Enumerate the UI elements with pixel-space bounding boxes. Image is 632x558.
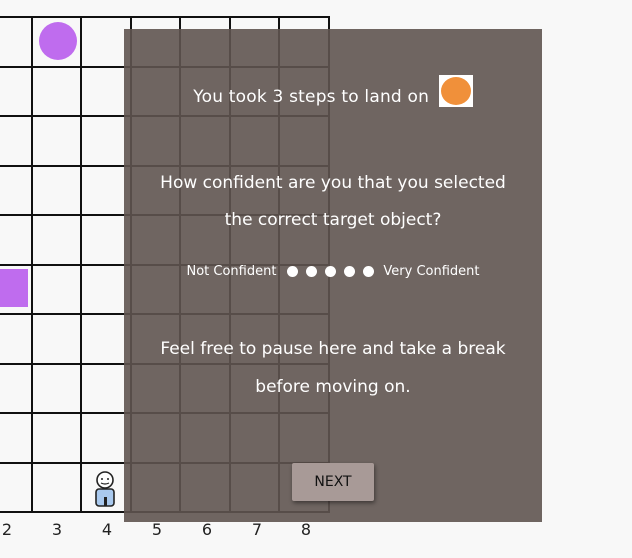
grid-cell[interactable] [0,414,33,464]
axis-label: 3 [51,520,63,539]
grid-cell[interactable] [32,414,82,464]
note-line: before moving on. [255,377,411,397]
confidence-question: How confident are you that you selected … [124,165,542,239]
question-line: the correct target object? [224,210,442,230]
purple-circle-object[interactable] [38,22,77,60]
player-avatar-icon [95,470,115,507]
grid-cell[interactable] [0,166,33,216]
confidence-modal: You took 3 steps to land on How confiden… [124,29,542,522]
grid-cell[interactable] [0,117,33,167]
grid-cell[interactable] [0,18,33,68]
grid-cell[interactable] [32,216,82,266]
question-line: How confident are you that you selected [160,173,506,193]
scale-right-label: Very Confident [383,264,480,279]
orange-circle-icon [438,75,473,107]
column-axis: 2 3 4 5 6 7 8 [0,520,340,544]
axis-label: 4 [101,520,113,539]
next-button[interactable]: NEXT [292,463,374,501]
purple-square-object[interactable] [0,268,28,307]
confidence-radio-3[interactable] [325,266,337,277]
grid-cell[interactable] [32,166,82,216]
grid-cell[interactable] [32,315,82,365]
break-note: Feel free to pause here and take a break… [124,330,542,406]
confidence-radio-4[interactable] [344,266,356,277]
confidence-radio-1[interactable] [287,266,299,277]
confidence-radio-2[interactable] [306,266,318,277]
axis-label: 5 [151,520,163,539]
axis-label: 7 [251,520,263,539]
scale-left-label: Not Confident [186,264,277,279]
grid-cell[interactable] [32,463,82,513]
grid-cell[interactable] [32,67,82,117]
grid-cell[interactable] [0,463,33,513]
grid-cell[interactable] [32,18,82,68]
grid-cell[interactable] [0,67,33,117]
note-line: Feel free to pause here and take a break [160,339,506,359]
steps-text: You took 3 steps to land on [193,87,430,107]
steps-message: You took 3 steps to land on [124,75,542,113]
grid-cell[interactable] [0,216,33,266]
grid-cell[interactable] [32,117,82,167]
grid-cell[interactable] [0,364,33,414]
grid-cell[interactable] [0,315,33,365]
confidence-radio-5[interactable] [363,266,375,277]
axis-label: 2 [1,520,13,539]
grid-cell[interactable] [32,364,82,414]
axis-label: 6 [201,520,213,539]
grid-cell[interactable] [32,265,82,315]
grid-cell[interactable] [0,265,33,315]
axis-label: 8 [300,520,312,539]
confidence-scale: Not Confident Very Confident [124,264,542,279]
